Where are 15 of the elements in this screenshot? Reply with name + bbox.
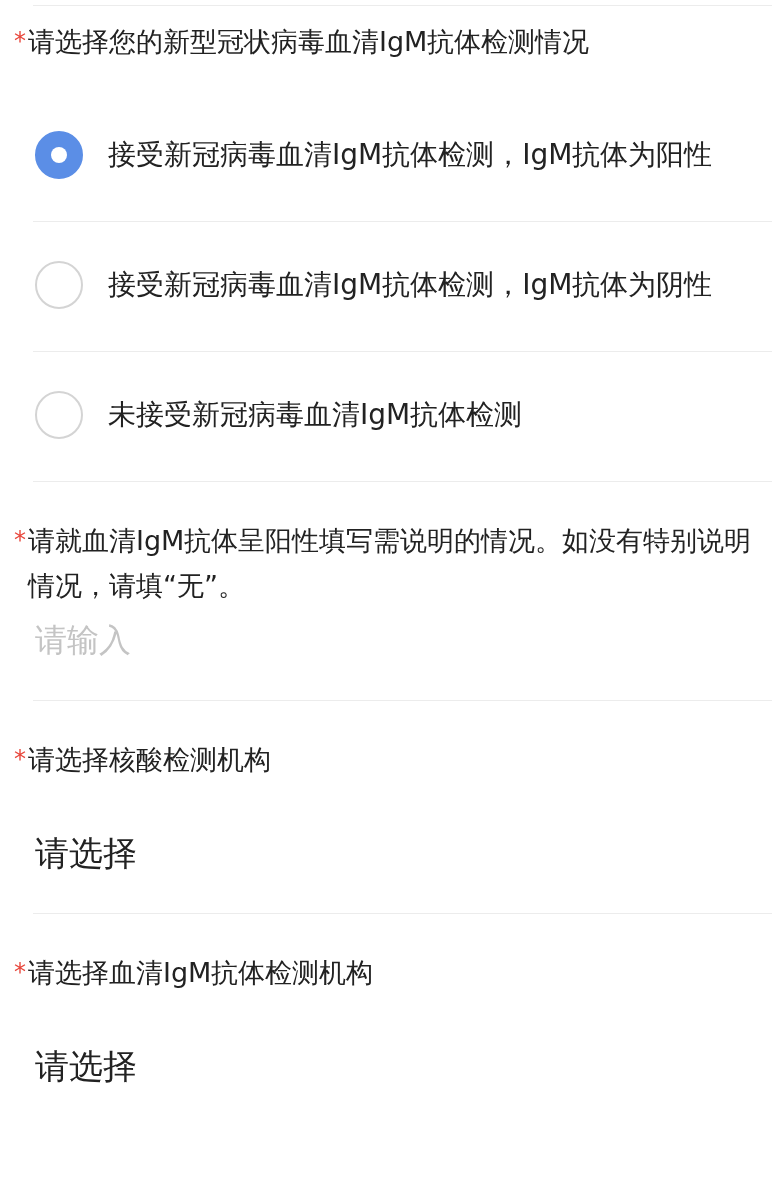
required-asterisk: * [14,957,26,988]
input-field[interactable]: 请输入 [35,618,535,662]
question-label: 请选择血清IgM抗体检测机构 [28,956,375,990]
required-asterisk: * [14,744,26,775]
question-label: 请就血清IgM抗体呈阳性填写需说明的情况。如没有特别说明情况，请填“无”。 [28,524,752,603]
option-label: 接受新冠病毒血清IgM抗体检测，IgM抗体为阴性 [108,267,714,303]
required-asterisk: * [14,26,26,57]
question-label: 请选择核酸检测机构 [28,743,272,777]
select-field[interactable]: 请选择 [35,1043,137,1089]
question-label: 请选择您的新型冠状病毒血清IgM抗体检测情况 [28,25,591,59]
select-field[interactable]: 请选择 [35,830,137,876]
radio-button[interactable] [35,131,83,179]
option-label: 未接受新冠病毒血清IgM抗体检测 [108,397,524,433]
option-label: 接受新冠病毒血清IgM抗体检测，IgM抗体为阳性 [108,137,714,173]
required-asterisk: * [14,525,26,556]
